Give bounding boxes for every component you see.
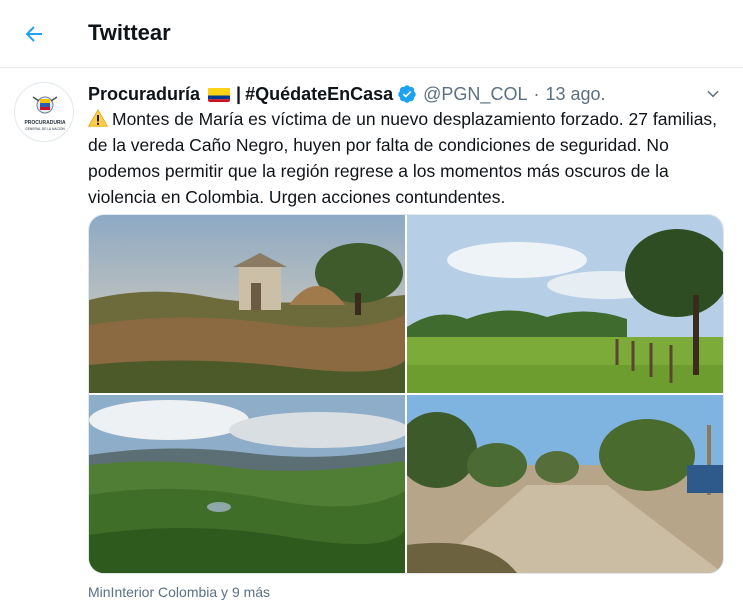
tagged-users[interactable]: MinInterior Colombia y 9 más [88,584,270,600]
warning-icon [88,109,108,127]
chevron-down-icon [707,90,719,98]
avatar[interactable]: PROCURADURIA GENERAL DE LA NACION [14,82,74,142]
photo-fence[interactable] [407,215,723,393]
svg-text:GENERAL DE LA NACION: GENERAL DE LA NACION [25,127,65,131]
photo-road[interactable] [407,395,723,573]
photo-hills[interactable] [89,395,405,573]
author-handle[interactable]: @PGN_COL [423,84,527,105]
arrow-left-icon [25,26,42,42]
name-separator: | [236,83,242,104]
meta-separator: · [533,83,540,104]
photo-grid [88,214,724,574]
tweet-header: Procuraduría | #QuédateEnCasa @PGN_COL ·… [88,82,606,106]
top-bar: Twittear [0,0,743,68]
author-hashtag[interactable]: #QuédateEnCasa [245,84,393,105]
author-name[interactable]: Procuraduría [88,84,200,105]
tweet-text: Montes de María es víctima de un nuevo d… [88,109,718,207]
tweet-body: Montes de María es víctima de un nuevo d… [88,106,724,210]
page-title: Twittear [88,20,171,45]
photo-house[interactable] [89,215,405,393]
back-button[interactable] [14,14,54,54]
svg-text:PROCURADURIA: PROCURADURIA [24,120,66,126]
colombia-flag-icon [208,87,231,102]
tweet-date[interactable]: 13 ago. [545,84,605,105]
verified-badge-icon [398,85,416,103]
coat-of-arms-logo: PROCURADURIA GENERAL DE LA NACION [24,96,66,131]
more-options-button[interactable] [701,82,725,106]
